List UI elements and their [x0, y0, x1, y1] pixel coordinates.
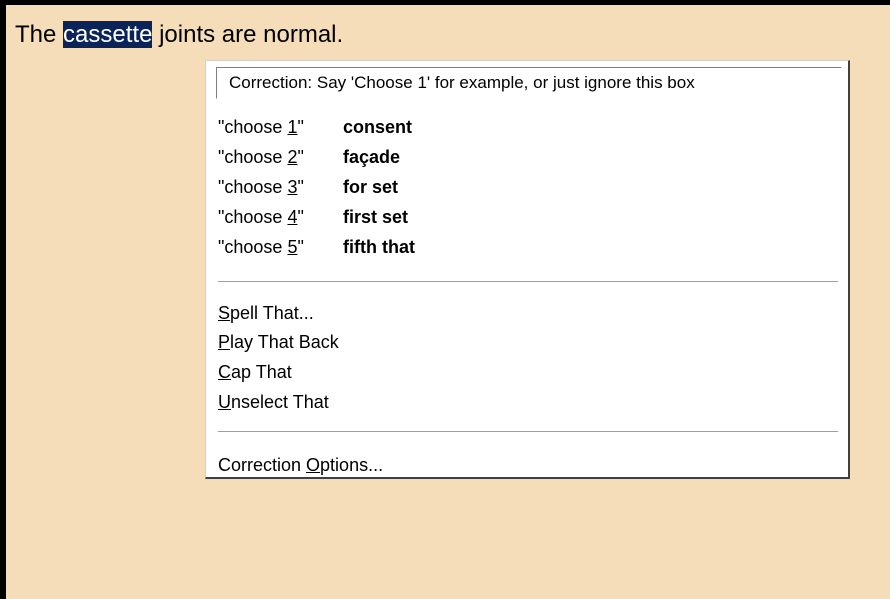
menu-item-unselect-that[interactable]: Unselect That	[218, 387, 329, 417]
choice-3[interactable]: "choose 3" for set	[218, 172, 398, 202]
menu-separator	[218, 431, 838, 433]
document-area[interactable]: The cassette joints are normal. Correcti…	[0, 0, 890, 599]
choice-command: "choose 5"	[218, 237, 304, 257]
choice-1[interactable]: "choose 1" consent	[218, 112, 412, 142]
menu-item-cap-that[interactable]: Cap That	[218, 357, 292, 387]
text-after-selection: joints are normal.	[152, 21, 344, 48]
choice-word: consent	[343, 117, 413, 137]
choice-command: "choose 4"	[218, 207, 304, 227]
text-before-selection: The	[15, 21, 64, 48]
choice-word: façade	[343, 147, 401, 167]
choice-4[interactable]: "choose 4" first set	[218, 202, 408, 232]
choice-word: fifth that	[343, 237, 415, 257]
choice-word: for set	[343, 177, 399, 197]
menu-item-spell-that[interactable]: Spell That...	[218, 298, 314, 328]
menu-item-play-that-back[interactable]: Play That Back	[218, 327, 339, 357]
menu-separator	[218, 281, 838, 283]
correction-hint: Correction: Say 'Choose 1' for example, …	[216, 67, 842, 99]
menu-item-correction-options[interactable]: Correction Options...	[218, 450, 383, 480]
correction-menu: Correction: Say 'Choose 1' for example, …	[205, 60, 850, 479]
choice-2[interactable]: "choose 2" façade	[218, 142, 400, 172]
choice-5[interactable]: "choose 5" fifth that	[218, 232, 415, 262]
choice-command: "choose 1"	[218, 117, 304, 137]
choice-command: "choose 3"	[218, 177, 304, 197]
choice-command: "choose 2"	[218, 147, 304, 167]
document-text[interactable]: The cassette joints are normal.	[15, 20, 343, 50]
choice-word: first set	[343, 207, 409, 227]
selected-word[interactable]: cassette	[63, 21, 153, 48]
